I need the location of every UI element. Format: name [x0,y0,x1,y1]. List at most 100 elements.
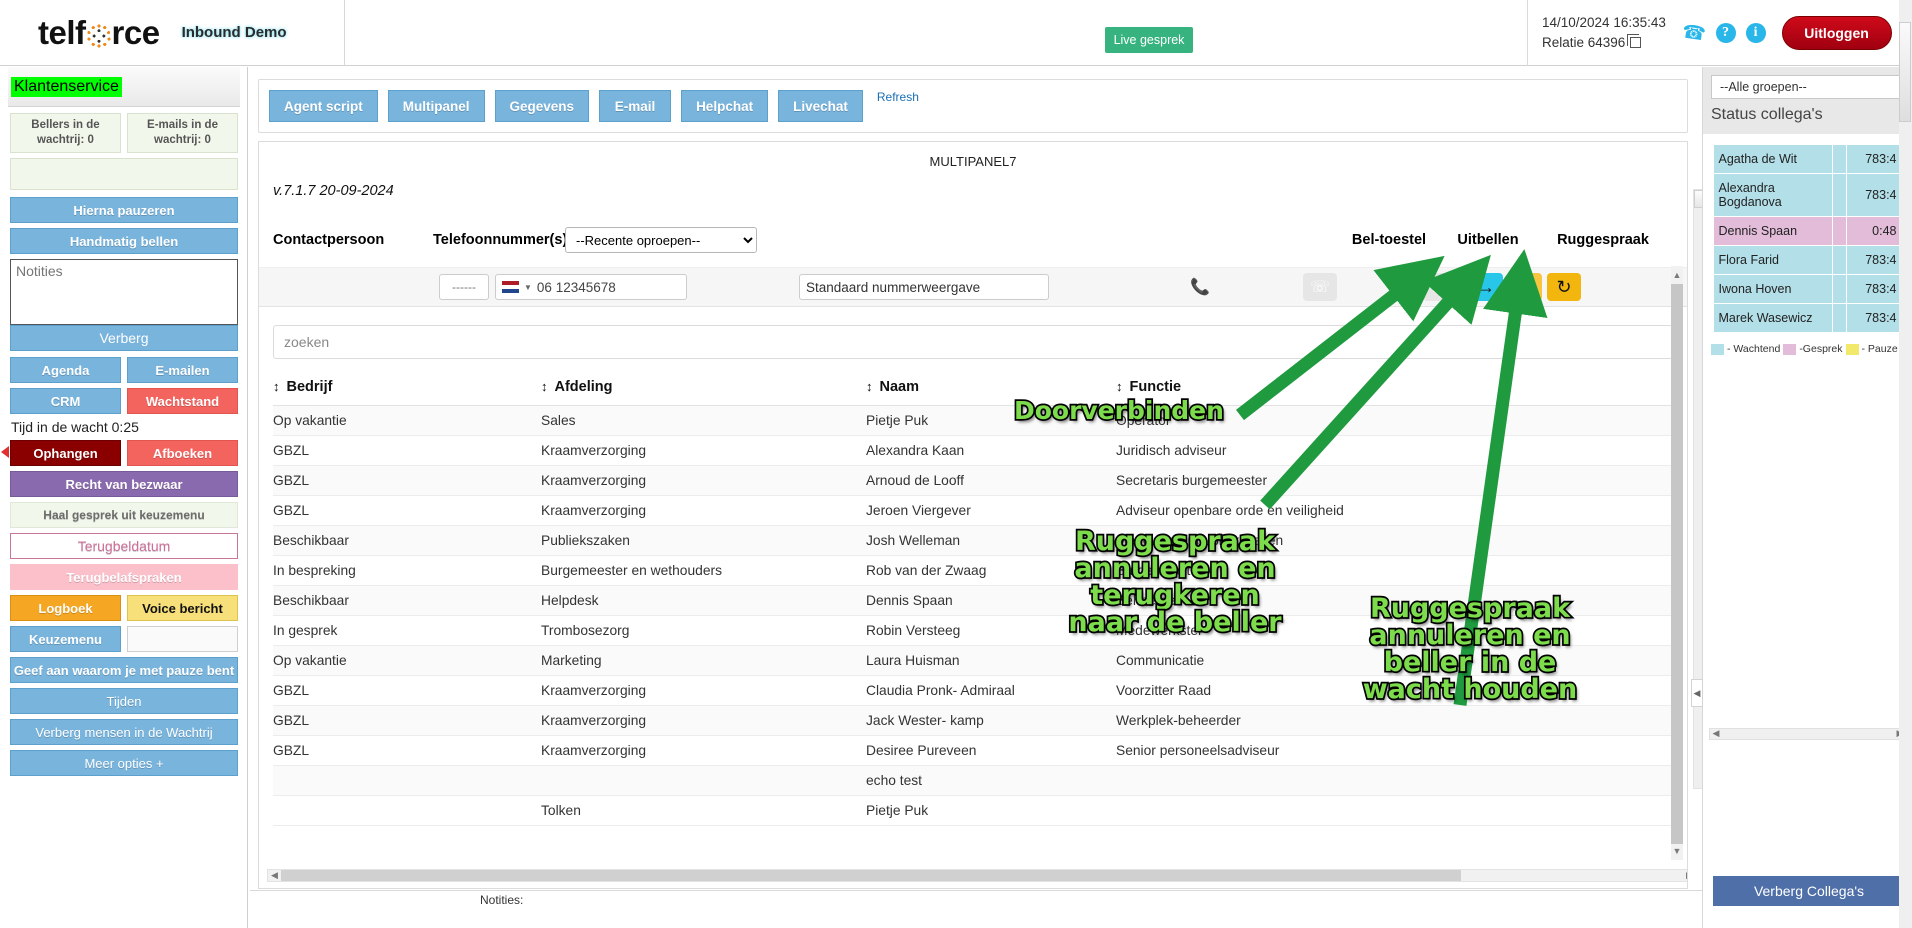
table-row[interactable]: Op vakantieMarketingLaura HuismanCommuni… [273,646,1673,676]
hold-button[interactable]: Wachtstand [127,388,238,414]
table-row[interactable]: GBZLKraamverzorgingJeroen ViergeverAdvis… [273,496,1673,526]
logout-button[interactable]: Uitloggen [1782,16,1892,50]
table-row[interactable]: GBZLKraamverzorgingDesiree PureveenSenio… [273,736,1673,766]
agenda-button[interactable]: Agenda [10,357,121,383]
callback-appointments-button[interactable]: Terugbelafspraken [10,564,238,590]
phone-slash-icon[interactable]: 📞 [1183,273,1217,301]
more-options-button[interactable]: Meer opties + [10,750,238,776]
chevron-down-icon[interactable]: ▼ [524,283,532,292]
colleague-row[interactable]: Marek Wasewicz 783:4 [1713,304,1902,333]
legend-label-wachtend: - Wachtend [1727,343,1780,355]
table-row[interactable]: echo test [273,766,1673,796]
choice-menu-button[interactable]: Keuzemenu [10,626,121,652]
table-row[interactable]: GBZLKraamverzorgingClaudia Pronk- Admira… [273,676,1673,706]
col-header-bedrijf[interactable]: ↕Bedrijf [273,373,541,406]
cell-naam: echo test [866,766,1116,796]
colleague-row[interactable]: Agatha de Wit 783:4 [1713,145,1902,174]
times-button[interactable]: Tijden [10,688,238,714]
group-filter-select[interactable]: --Alle groepen-- [1711,75,1904,99]
hide-queue-people-button[interactable]: Verberg mensen in de Wachtrij [10,719,238,745]
table-row[interactable]: In gesprekTrombosezorgRobin VersteegMede… [273,616,1673,646]
hscroll-thumb[interactable] [281,870,1461,881]
arrow-right-icon[interactable]: → [1469,273,1503,301]
scroll-thumb[interactable] [1671,284,1683,844]
pause-reason-button[interactable]: Geef aan waarom je met pauze bent [10,657,238,683]
inner-vertical-scrollbar[interactable]: ▲ ▼ [1671,266,1683,860]
info-icon[interactable]: i [1746,23,1766,43]
tab-email[interactable]: E-mail [599,90,671,122]
dial-active-icon[interactable]: ☎ [1423,273,1457,301]
panel-horizontal-scrollbar[interactable]: ◀ ▶ [267,869,1688,882]
email-button[interactable]: E-mailen [127,357,238,383]
col-header-afdeling[interactable]: ↕Afdeling [541,373,866,406]
sort-icon[interactable]: ↕ [273,379,280,394]
objection-button[interactable]: Recht van bezwaar [10,471,238,497]
search-input[interactable]: zoeken [273,325,1673,359]
pause-after-button[interactable]: Hierna pauzeren [10,197,238,223]
hangup-button[interactable]: Ophangen [10,440,121,466]
logbook-button[interactable]: Logboek [10,595,121,621]
hide-colleagues-button[interactable]: Verberg Collega's [1713,876,1905,906]
recent-calls-select[interactable]: --Recente oproepen-- [565,227,757,253]
dial-muted-icon[interactable]: ☏ [1303,273,1337,301]
page-vertical-scrollbar[interactable] [1899,0,1912,928]
undo-icon[interactable]: ↻ [1547,273,1581,301]
scroll-up-icon[interactable]: ▲ [1672,270,1682,280]
pull-from-menu-button[interactable]: Haal gesprek uit keuzemenu [10,502,238,528]
scroll-left-icon[interactable]: ◀ [1710,728,1722,739]
refresh-link[interactable]: Refresh [877,90,919,104]
voice-message-button[interactable]: Voice bericht [127,595,238,621]
arrow-left-icon[interactable]: ← [1508,273,1542,301]
collapse-sidebar-handle[interactable]: ◀ [1691,679,1703,707]
choice-menu-input[interactable] [127,626,238,652]
tab-livechat[interactable]: Livechat [778,90,863,122]
col-header-naam[interactable]: ↕Naam [866,373,1116,406]
tab-agent-script[interactable]: Agent script [269,90,378,122]
page-scroll-thumb[interactable] [1899,22,1911,122]
callback-date-input[interactable]: Terugbeldatum [10,533,238,559]
table-row[interactable]: GBZLKraamverzorgingAlexandra KaanJuridis… [273,436,1673,466]
cell-functie: Operator [1116,406,1673,436]
crm-button[interactable]: CRM [10,388,121,414]
hangup-writeoff-row: Ophangen Afboeken [10,440,238,466]
phone-number-input[interactable]: ▼ 06 12345678 [495,274,687,300]
phone-icon[interactable]: ☎ [1680,20,1707,46]
notes-textarea[interactable] [10,259,238,325]
sort-icon[interactable]: ↕ [1116,379,1123,394]
sort-icon[interactable]: ↕ [866,379,873,394]
help-icon[interactable]: ? [1716,23,1736,43]
demo-label: Inbound Demo [182,24,287,41]
table-row[interactable]: TolkenPietje Puk [273,796,1673,826]
scroll-right-icon[interactable]: ▶ [1683,870,1688,881]
colleague-row[interactable]: Dennis Spaan 0:48 [1713,217,1902,246]
colleague-row[interactable]: Iwona Hoven 783:4 [1713,275,1902,304]
tab-multipanel[interactable]: Multipanel [388,90,485,122]
table-row[interactable]: GBZLKraamverzorgingArnoud de LooffSecret… [273,466,1673,496]
table-row[interactable]: BeschikbaarPubliekszakenJosh WellemanMed… [273,526,1673,556]
table-row[interactable]: GBZLKraamverzorgingJack Wester- kampWerk… [273,706,1673,736]
cell-bedrijf: In gesprek [273,616,541,646]
footer-notes-label: Notities: [480,893,523,907]
colleagues-horizontal-scrollbar[interactable]: ◀ ▶ [1709,728,1907,740]
live-gesprek-button[interactable]: Live gesprek [1105,27,1193,53]
table-row[interactable]: Op vakantieSalesPietje PukOperator [273,406,1673,436]
scroll-down-icon[interactable]: ▼ [1672,846,1682,856]
hide-notes-button[interactable]: Verberg [10,325,238,351]
sort-icon[interactable]: ↕ [541,379,548,394]
manual-call-button[interactable]: Handmatig bellen [10,228,238,254]
copy-icon[interactable] [1630,37,1641,48]
tab-gegevens[interactable]: Gegevens [495,90,590,122]
scroll-left-icon[interactable]: ◀ [268,870,281,881]
table-row[interactable]: BeschikbaarHelpdeskDennis SpaanBeheerder [273,586,1673,616]
contact-dashes-field[interactable]: ------ [439,274,489,300]
cell-bedrijf [273,766,541,796]
col-header-functie[interactable]: ↕Functie [1116,373,1673,406]
number-display-input[interactable]: Standaard nummerweergave [799,274,1049,300]
agenda-email-row: Agenda E-mailen [10,357,238,383]
colleague-row[interactable]: Alexandra Bogdanova 783:4 [1713,174,1902,217]
tab-helpchat[interactable]: Helpchat [681,90,768,122]
table-row[interactable]: In besprekingBurgemeester en wethoudersR… [273,556,1673,586]
colleague-row[interactable]: Flora Farid 783:4 [1713,246,1902,275]
colleague-spacer [1832,275,1846,304]
writeoff-button[interactable]: Afboeken [127,440,238,466]
